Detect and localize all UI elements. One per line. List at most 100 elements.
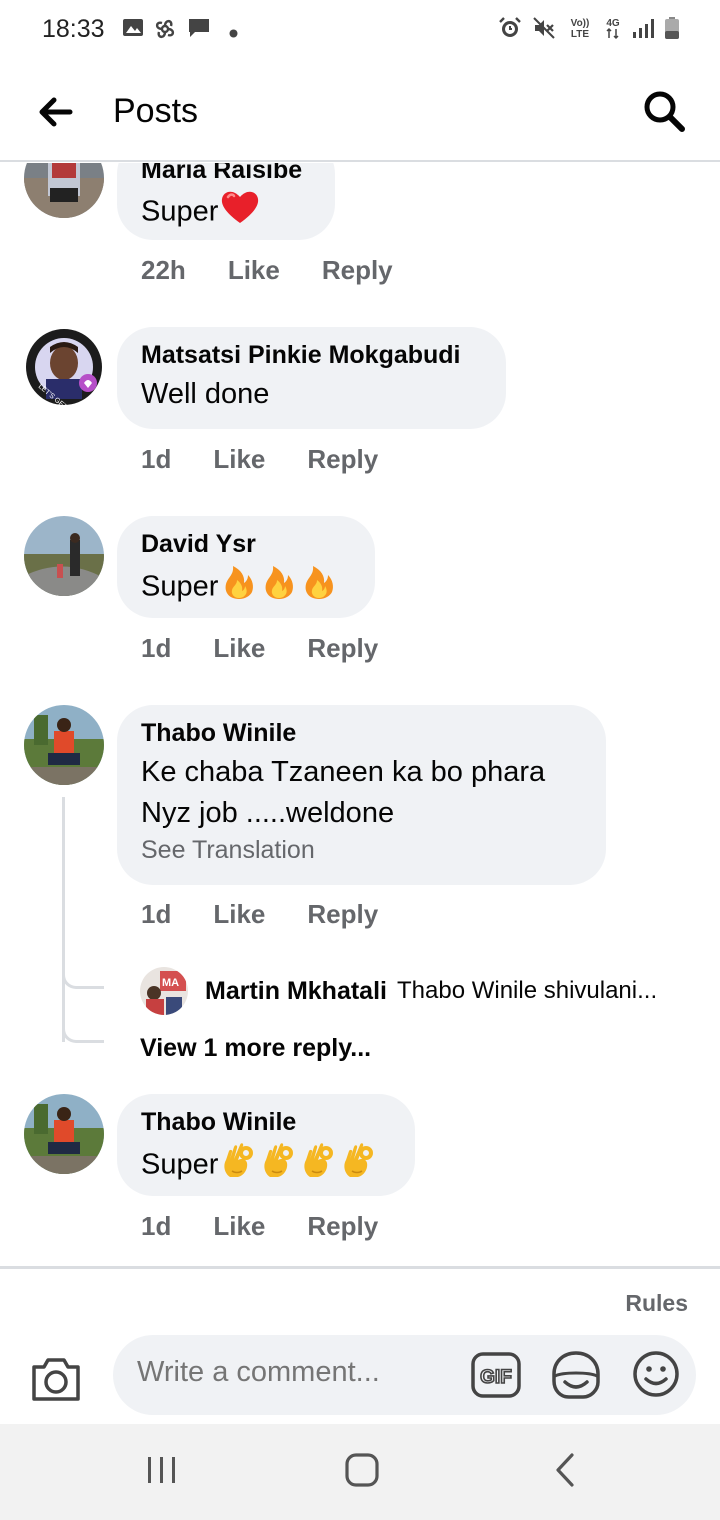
sticker-icon (552, 1351, 600, 1399)
svg-text:Vo)): Vo)) (571, 18, 590, 29)
red-heart-icon (220, 189, 260, 237)
comment-time: 1d (141, 444, 172, 474)
like-button[interactable]: Like (213, 1211, 265, 1242)
comment-text-line: Nyz job .....weldone (141, 797, 395, 829)
status-bar: 18:33 Vo)) LTE 4G (0, 0, 720, 60)
reply-button[interactable]: Reply (322, 255, 393, 286)
home-button[interactable] (344, 1452, 380, 1488)
back-button[interactable] (36, 92, 76, 132)
sticker-button[interactable] (551, 1350, 601, 1400)
avatar[interactable] (24, 163, 104, 218)
comment-text-line: Ke chaba Tzaneen ka bo phara (141, 756, 546, 788)
comment-author[interactable]: David Ysr (141, 530, 351, 559)
4g-icon: 4G (604, 16, 622, 45)
comment-author[interactable]: Thabo Winile (141, 719, 582, 748)
comment-time: 1d (141, 899, 172, 929)
like-button[interactable]: Like (213, 633, 265, 664)
like-button[interactable]: Like (213, 444, 265, 475)
mute-icon (532, 16, 556, 45)
reply-author[interactable]: Martin Mkhatali (205, 977, 387, 1006)
comment-bubble[interactable]: Thabo Winile Ke chaba Tzaneen ka bo phar… (117, 705, 606, 885)
camera-icon (32, 1358, 80, 1401)
home-icon (345, 1453, 379, 1487)
svg-text:MA: MA (162, 977, 179, 989)
fire-icon (300, 563, 338, 613)
comment-text-content: Super (141, 570, 219, 603)
fire-icon (220, 563, 258, 613)
gallery-icon (122, 17, 144, 44)
reply-button[interactable]: Reply (307, 899, 378, 930)
camera-button[interactable] (30, 1355, 82, 1403)
recent-apps-button[interactable] (146, 1454, 178, 1486)
search-button[interactable] (642, 89, 686, 133)
avatar[interactable] (24, 1094, 104, 1174)
gif-button[interactable]: GIF (471, 1351, 521, 1399)
comment-time: 1d (141, 1211, 172, 1241)
message-icon (187, 17, 211, 44)
reply-button[interactable]: Reply (307, 633, 378, 664)
avatar[interactable] (24, 516, 104, 596)
ok-hand-icon (260, 1141, 298, 1191)
signal-icon (632, 17, 654, 44)
back-icon (556, 1453, 574, 1487)
like-button[interactable]: Like (213, 899, 265, 930)
comment-input[interactable] (137, 1356, 457, 1389)
reply-text: Thabo Winile shivulani... (396, 977, 658, 1004)
comment-bubble[interactable]: Maria Raisibe Super (117, 163, 335, 240)
avatar[interactable]: LET'S GET VACCINATED (24, 327, 104, 407)
svg-text:LTE: LTE (571, 29, 589, 40)
volte-icon: Vo)) LTE (566, 16, 594, 45)
comment-bubble[interactable]: Matsatsi Pinkie Mokgabudi Well done (117, 327, 506, 429)
comment-time: 1d (141, 633, 172, 663)
thread-line (62, 797, 65, 1042)
comment-text: Super (141, 189, 311, 237)
gif-icon: GIF (471, 1352, 521, 1398)
avatar[interactable]: MA (140, 967, 188, 1015)
comment-text: Super (141, 1141, 391, 1191)
comment-author[interactable]: Maria Raisibe (141, 163, 311, 185)
search-icon (644, 91, 685, 132)
battery-icon (664, 16, 680, 45)
ok-hand-icon (300, 1141, 338, 1191)
recent-apps-icon (148, 1457, 175, 1483)
reply-preview[interactable]: MA Martin Mkhatali Thabo Winile shivulan… (140, 967, 657, 1015)
view-more-replies-link[interactable]: View 1 more reply... (140, 1034, 371, 1063)
comment-author[interactable]: Thabo Winile (141, 1108, 391, 1137)
thread-connector (62, 1021, 104, 1043)
comment-actions: 22h Like Reply (141, 255, 393, 286)
comment-actions: 1d Like Reply (141, 633, 378, 664)
reply-button[interactable]: Reply (307, 1211, 378, 1242)
avatar[interactable] (24, 705, 104, 785)
emoji-button[interactable] (632, 1350, 680, 1398)
reply-button[interactable]: Reply (307, 444, 378, 475)
comments-list[interactable]: Maria Raisibe Super 22h Like Reply LET'S… (0, 163, 720, 1267)
page-title: Posts (113, 92, 199, 130)
ok-hand-icon (220, 1141, 258, 1191)
comment-text-content: Super (141, 1148, 219, 1181)
arrow-left-icon (39, 97, 73, 127)
comment-actions: 1d Like Reply (141, 444, 378, 475)
comment-actions: 1d Like Reply (141, 1211, 378, 1242)
comment-time: 22h (141, 255, 186, 285)
ok-hand-icon (340, 1141, 378, 1191)
fire-icon (260, 563, 298, 613)
svg-text:GIF: GIF (480, 1367, 512, 1388)
see-translation-link[interactable]: See Translation (141, 836, 582, 865)
status-right-icons: Vo)) LTE 4G (498, 16, 680, 45)
app-header: Posts (0, 60, 720, 162)
svg-text:4G: 4G (606, 18, 620, 29)
comment-text: Well done (141, 378, 270, 410)
smiley-icon (633, 1351, 679, 1397)
comment-author[interactable]: Matsatsi Pinkie Mokgabudi (141, 341, 482, 370)
thread-connector (62, 967, 104, 989)
like-button[interactable]: Like (228, 255, 280, 286)
rules-link[interactable]: Rules (625, 1290, 688, 1317)
pinwheel-icon (153, 17, 177, 46)
back-nav-button[interactable] (552, 1452, 578, 1488)
dot-icon (229, 25, 238, 43)
comment-bubble[interactable]: Thabo Winile Super (117, 1094, 415, 1196)
comment-actions: 1d Like Reply (141, 899, 378, 930)
comment-input-wrapper[interactable]: GIF (113, 1335, 696, 1415)
comment-bubble[interactable]: David Ysr Super (117, 516, 375, 618)
alarm-icon (498, 16, 522, 45)
